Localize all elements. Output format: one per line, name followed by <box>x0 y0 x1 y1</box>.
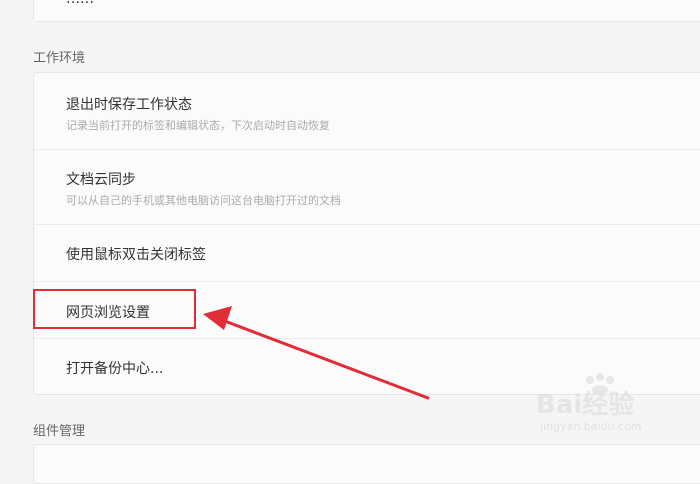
plugin-management-card <box>33 444 700 484</box>
watermark-site: jingyan.baidu.com <box>540 420 642 433</box>
watermark-logo: Bai经验 <box>536 390 635 420</box>
baidu-jingyan-watermark: Bai经验 jingyan.baidu.com <box>536 372 686 444</box>
section-title-plugin-management: 组件管理 <box>33 424 86 439</box>
